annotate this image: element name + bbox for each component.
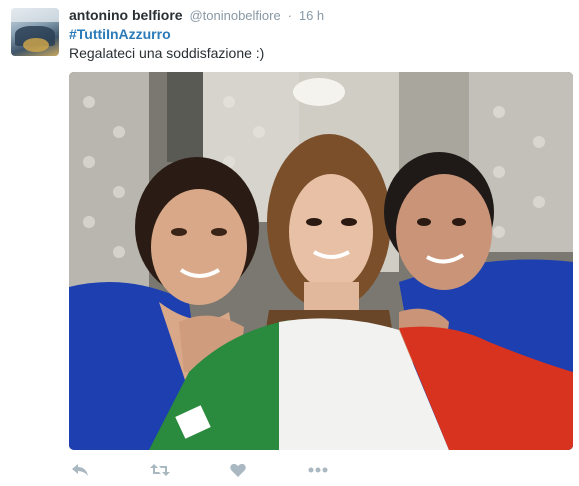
like-button[interactable] — [227, 460, 249, 480]
separator-dot: · — [287, 8, 292, 23]
tweet-text: Regalateci una soddisfazione :) — [69, 45, 265, 61]
author-fullname[interactable]: antonino belfiore — [69, 7, 183, 23]
reply-button[interactable] — [69, 460, 91, 480]
avatar[interactable] — [11, 8, 59, 56]
retweet-icon — [150, 464, 170, 476]
tweet-photo[interactable] — [69, 72, 573, 450]
retweet-button[interactable] — [149, 460, 171, 480]
tweet-actions — [69, 460, 369, 480]
hashtag-link[interactable]: #TuttiInAzzurro — [69, 25, 171, 43]
like-icon — [230, 463, 246, 477]
selfie-image — [69, 72, 573, 450]
more-icon — [308, 467, 328, 473]
reply-icon — [72, 464, 88, 476]
tweet-timestamp[interactable]: 16 h — [299, 8, 324, 23]
tweet-header: antonino belfiore @toninobelfiore · 16 h — [69, 6, 324, 25]
author-username[interactable]: @toninobelfiore — [189, 8, 280, 23]
more-options-button[interactable] — [307, 460, 329, 480]
tweet[interactable]: antonino belfiore @toninobelfiore · 16 h… — [0, 0, 579, 486]
